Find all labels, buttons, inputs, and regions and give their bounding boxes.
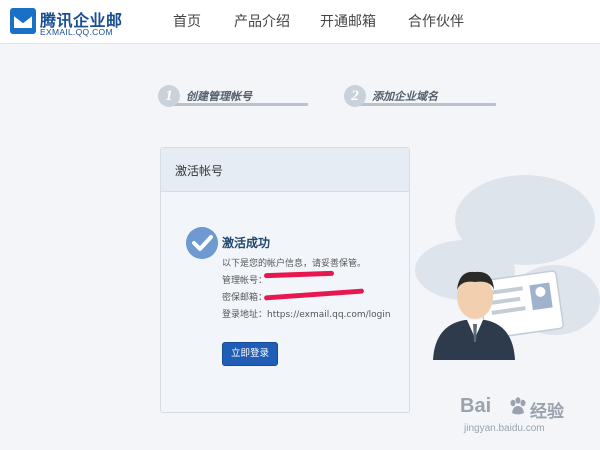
admin-account-label: 管理帐号： (222, 276, 268, 286)
step-create-admin: 1 创建管理帐号 (158, 85, 308, 110)
redaction-mark (263, 270, 335, 279)
nav-home[interactable]: 首页 (173, 0, 201, 44)
card-title: 激活帐号 (175, 164, 224, 178)
login-now-button[interactable]: 立即登录 (222, 342, 278, 366)
nav-partners[interactable]: 合作伙伴 (408, 0, 464, 44)
login-url-row: 登录地址：https://exmail.qq.com/login (222, 307, 391, 320)
top-header: 腾讯企业邮 EXMAIL.QQ.COM 首页 产品介绍 开通邮箱 合作伙伴 (0, 0, 600, 44)
logo-subtitle: EXMAIL.QQ.COM (40, 27, 113, 37)
card-header: 激活帐号 (161, 148, 409, 192)
baidu-watermark: Bai 经验 jingyan.baidu.com (458, 395, 596, 445)
exmail-logo-icon (10, 8, 36, 34)
step-number: 1 (158, 85, 180, 107)
nav-open-mailbox[interactable]: 开通邮箱 (320, 0, 376, 44)
logo[interactable]: 腾讯企业邮 EXMAIL.QQ.COM (10, 6, 140, 40)
watermark-jingyan: 经验 (530, 402, 564, 422)
account-info-tip: 以下是您的帐户信息，请妥善保管。 (222, 259, 367, 269)
step-number: 2 (344, 85, 366, 107)
redaction-mark (263, 288, 365, 301)
watermark-brand: Bai (460, 395, 492, 417)
step-add-domain: 2 添加企业域名 (344, 85, 496, 110)
account-illustration (415, 175, 600, 360)
activation-card: 激活帐号 激活成功 以下是您的帐户信息，请妥善保管。 管理帐号： 密保邮箱： 登… (160, 147, 410, 413)
baidu-paw-icon (510, 397, 526, 415)
login-url-value[interactable]: https://exmail.qq.com/login (267, 310, 391, 320)
nav-product-intro[interactable]: 产品介绍 (234, 0, 290, 44)
login-url-label: 登录地址： (222, 310, 268, 320)
security-email-label: 密保邮箱： (222, 293, 268, 303)
step-label: 添加企业域名 (372, 90, 438, 103)
success-check-icon (186, 227, 218, 259)
step-label: 创建管理帐号 (186, 90, 252, 103)
success-title: 激活成功 (222, 236, 271, 250)
watermark-url: jingyan.baidu.com (464, 423, 545, 434)
